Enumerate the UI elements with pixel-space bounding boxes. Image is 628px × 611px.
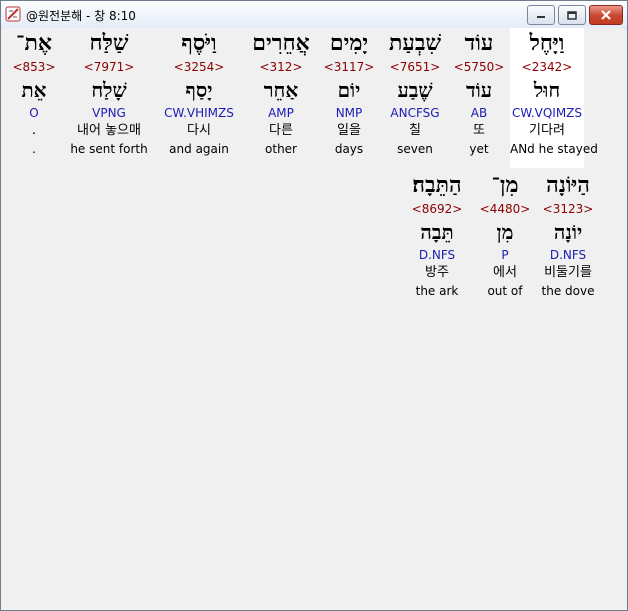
hebrew-word: יָמִים [329, 30, 369, 56]
word-column[interactable]: אֲחֵרִים <312> אַחֵר AMP 다른 other [244, 28, 318, 158]
parsing-code: VPNG [92, 106, 126, 120]
interlinear-panel: וַיָּחֶל <2342> חוּל CW.VQIMZS 기다려 ANd h… [2, 28, 625, 608]
parsing-code: CW.VQIMZS [511, 106, 583, 120]
hebrew-word: וַיֹּסֶף [181, 30, 217, 56]
lemma-word: אַחֵר [263, 78, 299, 102]
lemma-word: שָׁלַח [91, 78, 127, 102]
maximize-icon [567, 10, 577, 20]
window-title: @원전분해 - 창 8:10 [26, 9, 136, 23]
korean-gloss: 기다려 [529, 123, 565, 138]
english-gloss: out of [487, 284, 523, 298]
english-gloss: ANd he stayed [510, 142, 598, 156]
parsing-code: CW.VHIMZS [164, 106, 234, 120]
hebrew-word: עוֹד [464, 30, 494, 56]
word-column[interactable]: הַתֵּבָה׃ <8692> תֵּבָה D.NFS 방주 the ark [402, 170, 472, 300]
hebrew-word: שַׁלַּח [89, 30, 129, 56]
hebrew-word: מִן־ [491, 172, 519, 198]
strong-number[interactable]: <5750> [443, 58, 515, 76]
word-column[interactable]: הַיּוֹנָה <3123> יוֹנָה D.NFS 비둘기를 the d… [532, 170, 604, 300]
korean-gloss: 다른 [269, 123, 293, 138]
english-gloss: he sent forth [70, 142, 148, 156]
parsing-code: NMP [335, 106, 363, 120]
close-icon [601, 10, 611, 20]
word-column[interactable]: יָמִים <3117> יוֹם NMP 일을 days [313, 28, 385, 158]
strong-number[interactable]: <3117> [313, 58, 385, 76]
lemma-word: יוֹנָה [553, 220, 583, 244]
lemma-word: יָסַף [185, 78, 213, 102]
word-column[interactable]: שִׁבְעַת <7651> שֶׁבַע ANCFSG 칠 seven [379, 28, 451, 158]
parsing-code: O [29, 106, 39, 120]
word-column[interactable]: וַיָּחֶל <2342> חוּל CW.VQIMZS 기다려 ANd h… [510, 28, 598, 168]
close-button[interactable] [589, 5, 623, 25]
word-column[interactable]: מִן־ <4480> מִן P 에서 out of [475, 170, 535, 300]
parsing-code: D.NFS [418, 248, 456, 262]
strong-number[interactable]: <7971> [66, 58, 152, 76]
hebrew-word: הַיּוֹנָה [546, 172, 590, 198]
english-gloss: other [265, 142, 297, 156]
english-gloss: the ark [415, 284, 459, 298]
lemma-word: עוֹד [465, 78, 493, 102]
parsing-code: AMP [268, 106, 294, 120]
strong-number[interactable]: <3123> [532, 200, 604, 218]
english-gloss: the dove [541, 284, 595, 298]
lemma-word: אֵת [21, 78, 47, 102]
lemma-word: מִן [496, 220, 514, 244]
english-gloss: seven [397, 142, 433, 156]
parsing-code: ANCFSG [390, 106, 440, 120]
title-bar[interactable]: @원전분해 - 창 8:10 [1, 1, 627, 29]
hebrew-word: אֶת־ [16, 30, 52, 56]
parsing-code: D.NFS [549, 248, 587, 262]
strong-number[interactable]: <7651> [379, 58, 451, 76]
maximize-button[interactable] [558, 5, 586, 25]
app-window: @원전분해 - 창 8:10 וַיָּחֶל <2342> חוּל CW.V… [0, 0, 628, 611]
lemma-word: חוּל [533, 78, 561, 102]
minimize-icon [537, 16, 545, 18]
app-icon [5, 6, 21, 22]
minimize-button[interactable] [527, 5, 555, 25]
parsing-code: AB [470, 106, 488, 120]
word-column[interactable]: עוֹד <5750> עוֹד AB 또 yet [443, 28, 515, 158]
word-column[interactable]: אֶת־ <853> אֵת O . . [8, 28, 60, 158]
strong-number[interactable]: <312> [244, 58, 318, 76]
lemma-word: תֵּבָה [420, 220, 454, 244]
korean-gloss: 내어 놓으매 [77, 123, 141, 138]
strong-number[interactable]: <4480> [475, 200, 535, 218]
korean-gloss: 또 [473, 123, 485, 138]
strong-number[interactable]: <853> [8, 58, 60, 76]
word-column[interactable]: וַיֹּסֶף <3254> יָסַף CW.VHIMZS 다시 and a… [159, 28, 239, 158]
strong-number[interactable]: <3254> [159, 58, 239, 76]
hebrew-word: שִׁבְעַת [388, 30, 442, 56]
korean-gloss: 방주 [425, 265, 449, 280]
strong-number[interactable]: <8692> [402, 200, 472, 218]
korean-gloss: 비둘기를 [544, 265, 592, 280]
korean-gloss: 에서 [493, 265, 517, 280]
english-gloss: days [334, 142, 364, 156]
strong-number[interactable]: <2342> [510, 58, 584, 76]
hebrew-word: וַיָּחֶל [529, 30, 565, 56]
korean-gloss: 다시 [187, 123, 211, 138]
english-gloss: and again [169, 142, 229, 156]
word-column[interactable]: שַׁלַּח <7971> שָׁלַח VPNG 내어 놓으매 he sen… [66, 28, 152, 158]
korean-gloss: 일을 [337, 123, 361, 138]
parsing-code: P [501, 248, 509, 262]
korean-gloss: . [31, 123, 37, 138]
english-gloss: . [32, 142, 36, 156]
lemma-word: יוֹם [337, 78, 361, 102]
english-gloss: yet [469, 142, 489, 156]
korean-gloss: 칠 [409, 123, 421, 138]
lemma-word: שֶׁבַע [397, 78, 433, 102]
hebrew-word: הַתֵּבָה׃ [412, 172, 462, 198]
hebrew-word: אֲחֵרִים [252, 30, 310, 56]
